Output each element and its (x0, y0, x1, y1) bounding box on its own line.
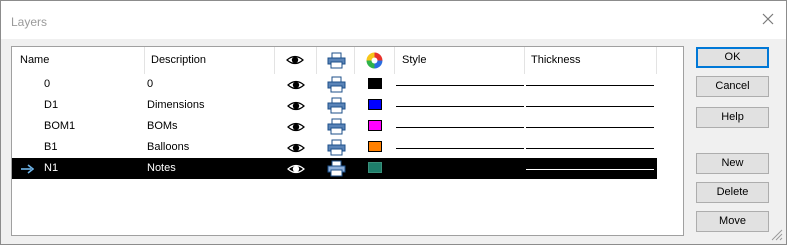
print-printer-icon[interactable] (327, 97, 346, 117)
arrow-right-icon (20, 164, 35, 177)
layers-table: Name Description Style Thickness 0 0 D1 … (11, 46, 684, 236)
table-row[interactable]: 00 (12, 74, 657, 95)
help-button[interactable]: Help (696, 107, 769, 128)
thickness-line-sample[interactable] (526, 169, 654, 170)
resize-grip-icon[interactable] (769, 227, 783, 241)
visibility-eye-icon[interactable] (287, 163, 305, 178)
visibility-eye-icon[interactable] (287, 100, 305, 115)
color-wheel-icon (366, 52, 383, 69)
layer-name[interactable]: B1 (44, 141, 57, 153)
style-line-sample[interactable] (396, 127, 524, 128)
layer-name[interactable]: N1 (44, 162, 58, 174)
visibility-eye-icon[interactable] (287, 142, 305, 157)
close-icon[interactable] (759, 10, 777, 28)
column-label-thickness: Thickness (531, 54, 581, 66)
delete-button[interactable]: Delete (696, 182, 769, 203)
color-swatch[interactable] (368, 162, 382, 173)
column-header-thickness[interactable]: Thickness (525, 47, 657, 74)
table-row[interactable]: B1 Balloons (12, 137, 657, 158)
visibility-eye-icon[interactable] (287, 79, 305, 94)
layers-dialog: Layers Name Description Style Thickness … (0, 0, 787, 245)
column-header-visible[interactable] (275, 47, 317, 74)
visibility-eye-icon[interactable] (287, 121, 305, 136)
table-row[interactable]: BOM1 BOMs (12, 116, 657, 137)
style-line-sample[interactable] (396, 148, 524, 149)
thickness-line-sample[interactable] (526, 85, 654, 86)
column-header-style[interactable]: Style (395, 47, 525, 74)
print-printer-icon[interactable] (327, 118, 346, 138)
layer-name[interactable]: D1 (44, 99, 58, 111)
thickness-line-sample[interactable] (526, 127, 654, 128)
layer-description[interactable]: 0 (147, 78, 153, 90)
color-swatch[interactable] (368, 141, 382, 152)
column-label-style: Style (402, 54, 427, 66)
thickness-line-sample[interactable] (526, 106, 654, 107)
new-button[interactable]: New (696, 153, 769, 174)
column-header-print[interactable] (317, 47, 355, 74)
column-label-name: Name (20, 54, 50, 66)
layer-description[interactable]: Notes (147, 162, 176, 174)
layer-name[interactable]: 0 (44, 78, 50, 90)
table-row[interactable]: D1 Dimensions (12, 95, 657, 116)
color-swatch[interactable] (368, 120, 382, 131)
cancel-button[interactable]: Cancel (696, 76, 769, 97)
column-header-name[interactable]: Name (12, 47, 145, 74)
style-line-sample[interactable] (396, 106, 524, 107)
print-printer-icon[interactable] (327, 76, 346, 96)
title-bar: Layers (1, 1, 786, 39)
print-printer-icon[interactable] (327, 160, 346, 180)
layer-name[interactable]: BOM1 (44, 120, 75, 132)
ok-button[interactable]: OK (696, 47, 769, 68)
table-header: Name Description Style Thickness (12, 47, 683, 74)
layer-description[interactable]: Balloons (147, 141, 189, 153)
column-label-description: Description (151, 54, 207, 66)
column-header-color[interactable] (355, 47, 395, 74)
style-line-sample[interactable] (396, 85, 524, 86)
column-header-description[interactable]: Description (145, 47, 275, 74)
window-title: Layers (11, 15, 48, 29)
print-printer-icon[interactable] (327, 139, 346, 159)
thickness-line-sample[interactable] (526, 148, 654, 149)
layer-description[interactable]: Dimensions (147, 99, 204, 111)
layer-description[interactable]: BOMs (147, 120, 178, 132)
printer-icon (327, 52, 346, 69)
color-swatch[interactable] (368, 99, 382, 110)
move-button[interactable]: Move (696, 211, 769, 232)
color-swatch[interactable] (368, 78, 382, 89)
table-row[interactable]: N1 Notes (12, 158, 657, 179)
eye-icon (286, 55, 304, 65)
